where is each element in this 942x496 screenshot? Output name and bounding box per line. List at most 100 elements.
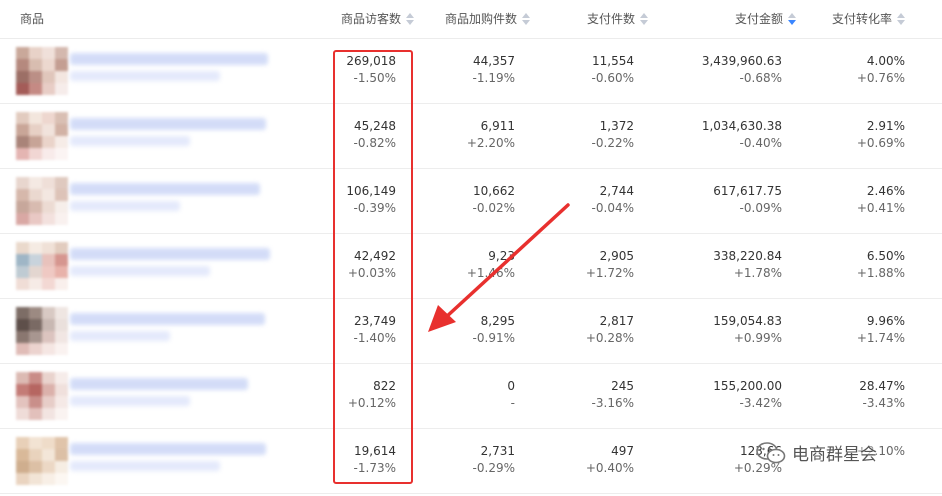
table-row[interactable]: 106,149 -0.39% 10,662 -0.02% 2,744 -0.04% 617,… xyxy=(0,169,942,234)
product-subtitle-blurred xyxy=(70,266,210,276)
metric-change: -3.16% xyxy=(591,396,634,410)
product-thumbnail[interactable] xyxy=(16,47,68,95)
metric-change: -1.40% xyxy=(353,331,396,345)
metric-change: +1.74% xyxy=(856,331,905,345)
table-row[interactable]: 23,749 -1.40% 8,295 -0.91% 2,817 +0.28% 159,05… xyxy=(0,299,942,364)
cell-pay-qty: 1,372 -0.22% xyxy=(592,118,634,152)
sort-desc-icon[interactable] xyxy=(788,13,796,25)
metric-value: 338,220.84 xyxy=(713,249,782,263)
product-subtitle-blurred xyxy=(70,396,190,406)
metric-value: 822 xyxy=(373,379,396,393)
cell-pay-amount: 155,200.00 -3.42% xyxy=(713,378,782,412)
product-thumbnail[interactable] xyxy=(16,307,68,355)
cell-pay-amount: 159,054.83 +0.99% xyxy=(713,313,782,347)
product-thumbnail[interactable] xyxy=(16,437,68,485)
metric-change: +0.28% xyxy=(585,331,634,345)
metric-value: 2.91% xyxy=(866,119,905,133)
metric-change: +1.88% xyxy=(856,266,905,280)
metric-value: 44,357 xyxy=(473,54,515,68)
product-thumbnail[interactable] xyxy=(16,112,68,160)
product-data-table: 商品 商品访客数 商品加购件数 支付件数 支付金额 支付转化率 269,018 -… xyxy=(0,0,942,494)
header-add-to-cart[interactable]: 商品加购件数 xyxy=(445,12,530,26)
metric-change: +1.72% xyxy=(585,266,634,280)
metric-value: 1,034,630.38 xyxy=(701,119,782,133)
sort-icon[interactable] xyxy=(640,13,648,25)
cell-cart: 8,295 -0.91% xyxy=(473,313,515,347)
product-subtitle-blurred xyxy=(70,461,220,471)
product-subtitle-blurred xyxy=(70,331,170,341)
cell-cart: 9,23 +1.46% xyxy=(467,248,515,282)
metric-value: 106,149 xyxy=(346,184,396,198)
sort-icon[interactable] xyxy=(406,13,414,25)
metric-value: 19,614 xyxy=(354,444,396,458)
header-visitors[interactable]: 商品访客数 xyxy=(341,12,414,26)
metric-change: -0.82% xyxy=(353,136,396,150)
metric-change: +0.12% xyxy=(347,396,396,410)
product-name-blurred[interactable] xyxy=(70,248,270,260)
cell-pay-amount: 1,034,630.38 -0.40% xyxy=(702,118,782,152)
metric-value: 2,731 xyxy=(480,444,515,458)
metric-change: +0.41% xyxy=(856,201,905,215)
sort-icon[interactable] xyxy=(522,13,530,25)
metric-change: +0.76% xyxy=(856,71,905,85)
cell-pay-amount: 3,439,960.63 -0.68% xyxy=(702,53,782,87)
metric-value: 0 xyxy=(507,379,515,393)
watermark-text: 电商群星会 xyxy=(792,445,877,465)
metric-change: +1.78% xyxy=(733,266,782,280)
table-row[interactable]: 42,492 +0.03% 9,23 +1.46% 2,905 +1.72% 338,220… xyxy=(0,234,942,299)
metric-change: +0.69% xyxy=(856,136,905,150)
cell-visitors: 822 +0.12% xyxy=(348,378,396,412)
cell-pay-qty: 497 +0.40% xyxy=(586,443,634,477)
product-name-blurred[interactable] xyxy=(70,313,265,325)
metric-value: 42,492 xyxy=(354,249,396,263)
metric-value: 497 xyxy=(611,444,634,458)
metric-value: 159,054.83 xyxy=(713,314,782,328)
metric-value: 2.46% xyxy=(866,184,905,198)
cell-conv: 6.50% +1.88% xyxy=(857,248,905,282)
header-product: 商品 xyxy=(20,12,45,26)
header-pay-amount[interactable]: 支付金额 xyxy=(735,12,796,26)
sort-icon[interactable] xyxy=(897,13,905,25)
table-row[interactable]: 822 +0.12% 0-245 -3.16% 155,200.00 -3.42% 28.4… xyxy=(0,364,942,429)
metric-value: 2,744 xyxy=(599,184,634,198)
cell-cart: 0- xyxy=(507,378,515,412)
metric-value: 4.00% xyxy=(866,54,905,68)
metric-value: 6.50% xyxy=(866,249,905,263)
product-thumbnail[interactable] xyxy=(16,372,68,420)
table-row[interactable]: 269,018 -1.50% 44,357 -1.19% 11,554 -0.60% 3,4… xyxy=(0,39,942,104)
metric-value: 6,911 xyxy=(480,119,515,133)
product-name-blurred[interactable] xyxy=(70,378,248,390)
cell-pay-qty: 2,744 -0.04% xyxy=(592,183,634,217)
product-name-blurred[interactable] xyxy=(70,443,266,455)
product-subtitle-blurred xyxy=(70,71,220,81)
product-name-blurred[interactable] xyxy=(70,118,266,130)
product-subtitle-blurred xyxy=(70,201,180,211)
metric-change: - xyxy=(510,396,515,410)
metric-change: -0.60% xyxy=(591,71,634,85)
metric-change: +0.03% xyxy=(347,266,396,280)
metric-value: 9,23 xyxy=(488,249,515,263)
product-thumbnail[interactable] xyxy=(16,242,68,290)
metric-value: 2,905 xyxy=(599,249,634,263)
cell-pay-qty: 11,554 -0.60% xyxy=(592,53,634,87)
metric-change: +2.20% xyxy=(466,136,515,150)
metric-value: 3,439,960.63 xyxy=(701,54,782,68)
table-row[interactable]: 45,248 -0.82% 6,911 +2.20% 1,372 -0.22% 1,034,… xyxy=(0,104,942,169)
metric-change: +0.99% xyxy=(733,331,782,345)
header-conversion[interactable]: 支付转化率 xyxy=(832,12,905,26)
cell-pay-qty: 245 -3.16% xyxy=(592,378,634,412)
wechat-icon xyxy=(756,441,786,463)
cell-cart: 44,357 -1.19% xyxy=(473,53,515,87)
metric-change: -0.04% xyxy=(591,201,634,215)
header-pay-qty[interactable]: 支付件数 xyxy=(587,12,648,26)
cell-conv: 28.47% -3.43% xyxy=(859,378,905,412)
product-name-blurred[interactable] xyxy=(70,183,260,195)
metric-change: -1.73% xyxy=(353,461,396,475)
metric-change: -0.40% xyxy=(739,136,782,150)
metric-value: 11,554 xyxy=(592,54,634,68)
metric-value: 28.47% xyxy=(859,379,905,393)
metric-change: -1.50% xyxy=(353,71,396,85)
product-name-blurred[interactable] xyxy=(70,53,268,65)
metric-value: 8,295 xyxy=(480,314,515,328)
product-thumbnail[interactable] xyxy=(16,177,68,225)
